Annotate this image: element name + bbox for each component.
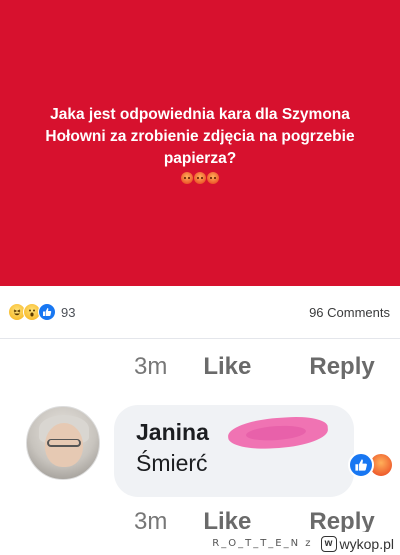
watermark-site: wykop.pl [339,535,394,552]
angry-emoji-icon [207,172,219,184]
post-emojis [181,172,219,184]
angry-emoji-icon [194,172,206,184]
post-text: Jaka jest odpowiednia kara dla Szymona H… [45,104,354,170]
like-button[interactable]: Like [203,353,251,381]
post-text-line: papierza? [163,150,237,167]
comment-text: Śmierć [136,450,208,476]
reaction-count: 93 [61,304,76,320]
watermark: R_O_T_T_E_N z w wykop.pl [0,532,400,555]
comment-author[interactable]: Janina [136,419,209,446]
reaction-summary[interactable]: 93 [8,303,75,321]
comments-count-link[interactable]: 96 Comments [309,305,390,320]
comment-actions: 3m Like Reply [134,353,375,381]
post-text-line: Hołowni za zrobienie zdjęcia na pogrzebi… [45,128,355,145]
reply-button[interactable]: Reply [309,353,374,381]
post-banner: Jaka jest odpowiednia kara dla Szymona H… [0,0,400,286]
post-text-line: Jaka jest odpowiednia kara dla Szymona [50,106,350,123]
reaction-icons [8,303,56,321]
like-reaction-icon [38,303,56,321]
divider [0,338,400,339]
comment-reactions[interactable] [348,452,394,478]
avatar-glasses [47,439,81,447]
like-reaction-icon [348,452,374,478]
avatar[interactable] [26,406,100,480]
reactions-bar: 93 96 Comments [0,286,400,338]
watermark-user: R_O_T_T_E_N z [212,538,313,549]
wykop-logo-icon: w [320,535,337,552]
comment-timestamp: 3m [134,353,168,380]
angry-emoji-icon [181,172,193,184]
